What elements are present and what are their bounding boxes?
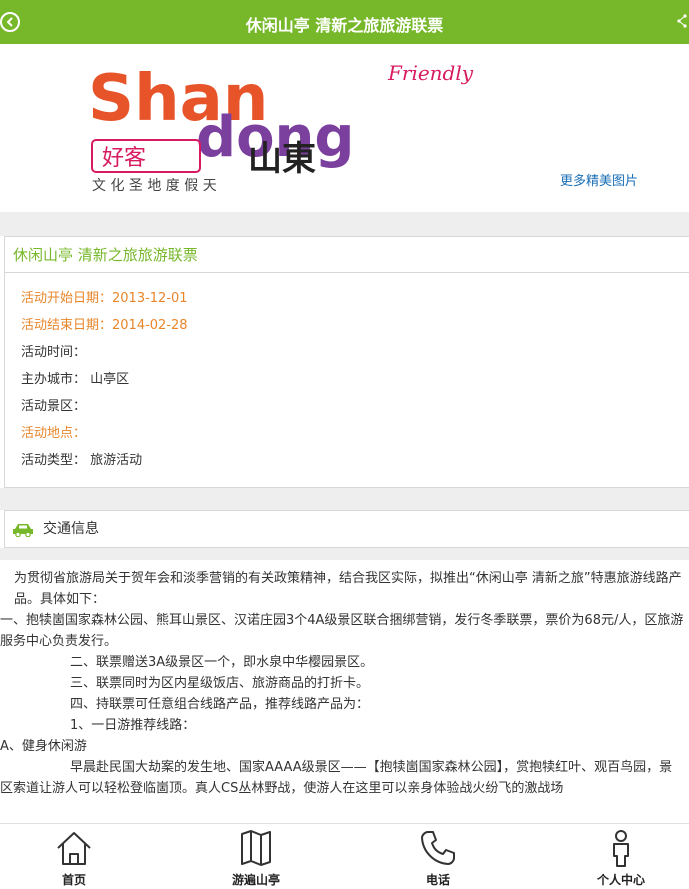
article-paragraph: 为贯彻省旅游局关于贺年会和淡季营销的有关政策精神，结合我区实际，拟推出“休闲山亭…: [14, 571, 682, 607]
banner: Shan Friendly dong 好客 山東 文 化 圣 地 度 假 天 更…: [0, 44, 689, 212]
logo-tagline: 文 化 圣 地 度 假 天: [92, 178, 217, 194]
scenic-row: 活动景区：: [21, 399, 87, 414]
traffic-header: 交通信息: [5, 511, 689, 547]
time-row: 活动时间：: [21, 345, 87, 360]
home-icon: [57, 832, 91, 865]
article-paragraph: 早晨赴民国大劫案的发生地、国家AAAA级景区——【抱犊崮国家森林公园】，赏抱犊红…: [0, 760, 673, 796]
nav-phone[interactable]: 电话: [378, 824, 498, 889]
article-paragraph: 二、联票赠送3A级景区一个，即水泉中华樱园景区。: [70, 655, 374, 670]
share-icon[interactable]: [677, 14, 687, 28]
nav-home[interactable]: 首页: [14, 824, 134, 889]
article-paragraph: 三、联票同时为区内星级饭店、旅游商品的打折卡。: [70, 676, 370, 691]
city-row: 主办城市： 山亭区: [21, 372, 130, 387]
page-title: 休闲山亭 清新之旅旅游联票: [245, 16, 444, 35]
logo-cn-shandong: 山東: [248, 139, 316, 179]
end-date-row: 活动结束日期：2014-02-28: [21, 318, 188, 333]
traffic-section[interactable]: 交通信息: [4, 510, 689, 548]
logo-word-friendly: Friendly: [387, 64, 474, 85]
event-info-card: 休闲山亭 清新之旅旅游联票 活动开始日期：2013-12-01 活动结束日期：2…: [4, 236, 689, 488]
separator: [0, 548, 689, 560]
traffic-title: 交通信息: [43, 521, 99, 537]
bottom-nav: 首页 游遍山亭 电话 个人中心: [0, 823, 689, 889]
type-row: 活动类型： 旅游活动: [21, 453, 143, 468]
nav-tour[interactable]: 游遍山亭: [196, 824, 316, 889]
article-paragraph: 1、一日游推荐线路：: [70, 718, 196, 733]
start-date-row: 活动开始日期：2013-12-01: [21, 291, 188, 306]
article-paragraph: 四、持联票可任意组合线路产品，推荐线路产品为：: [70, 697, 370, 712]
user-icon: [613, 830, 629, 867]
article-body: 为贯彻省旅游局关于贺年会和淡季营销的有关政策精神，结合我区实际，拟推出“休闲山亭…: [0, 568, 684, 799]
more-photos-link[interactable]: 更多精美图片: [560, 170, 638, 189]
top-bar: 休闲山亭 清新之旅旅游联票: [0, 0, 689, 44]
separator: [0, 488, 689, 510]
separator: [0, 212, 689, 236]
logo-seal-text: 好客: [102, 146, 146, 171]
event-title: 休闲山亭 清新之旅旅游联票: [5, 237, 689, 273]
place-row: 活动地点：: [21, 426, 87, 441]
event-info-list: 活动开始日期：2013-12-01 活动结束日期：2014-02-28 活动时间…: [5, 273, 689, 476]
map-icon: [241, 830, 271, 866]
article-paragraph: A、健身休闲游: [0, 739, 87, 754]
car-icon: [13, 524, 33, 537]
nav-user-center[interactable]: 个人中心: [561, 824, 681, 889]
article-paragraph: 一、抱犊崮国家森林公园、熊耳山景区、汉诺庄园3个4A级景区联合捆绑营销，发行冬季…: [0, 613, 684, 649]
phone-icon: [421, 831, 455, 865]
